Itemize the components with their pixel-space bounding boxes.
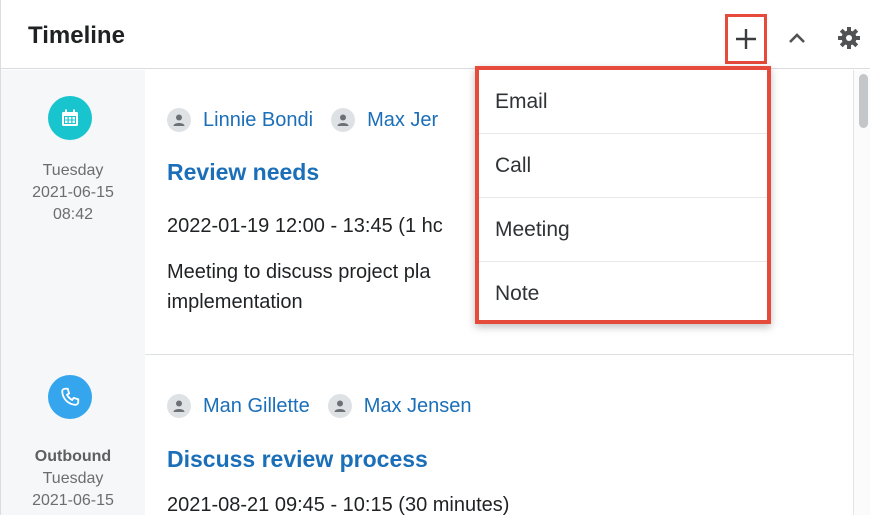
user-icon [337, 114, 349, 126]
add-button[interactable] [725, 14, 767, 64]
item-users: Man Gillette Max Jensen [167, 394, 490, 418]
item-time-value: 08:42 [52, 206, 94, 223]
item-day: Tuesday [42, 470, 104, 487]
menu-item-note[interactable]: Note [479, 262, 767, 326]
user-name: Man Gillette [203, 394, 310, 417]
collapse-button[interactable] [781, 22, 813, 54]
menu-item-meeting[interactable]: Meeting [479, 198, 767, 262]
menu-item-call[interactable]: Call [479, 134, 767, 198]
user-icon [173, 114, 185, 126]
item-time-range: 2022-01-19 12:00 - 13:45 (1 hc [167, 215, 443, 237]
timeline-dashlet: Timeline Tuesday 2021-06-15 08:42 Linnie… [0, 0, 870, 515]
scrollbar-thumb[interactable] [859, 74, 868, 128]
menu-item-email[interactable]: Email [479, 70, 767, 134]
user-link[interactable]: Man Gillette [167, 394, 310, 418]
item-users: Linnie Bondi Max Jer [167, 108, 456, 132]
user-link[interactable]: Linnie Bondi [167, 108, 313, 132]
dashlet-header: Timeline [1, 0, 870, 69]
add-menu-dropdown: Email Call Meeting Note [475, 66, 771, 324]
item-date-value: 2021-06-15 [32, 184, 114, 201]
user-icon [173, 400, 185, 412]
avatar [167, 394, 191, 418]
user-name: Max Jensen [363, 394, 472, 417]
user-name: Linnie Bondi [203, 108, 314, 131]
avatar [331, 108, 356, 132]
call-type-badge [48, 375, 92, 419]
item-title-link[interactable]: Review needs [167, 159, 319, 186]
item-day: Tuesday [42, 162, 104, 179]
item-description: Meeting to discuss project pla implement… [167, 261, 431, 313]
item-date-value: 2021-06-15 [32, 492, 114, 509]
user-name: Max Jer [367, 108, 439, 131]
chevron-up-icon [789, 33, 805, 43]
phone-icon [61, 387, 80, 406]
settings-button[interactable] [831, 20, 867, 56]
item-date: Outbound Tuesday 2021-06-15 [1, 446, 145, 512]
gear-icon [838, 27, 860, 49]
item-date: Tuesday 2021-06-15 08:42 [1, 160, 145, 226]
avatar [167, 108, 191, 132]
calendar-icon [62, 109, 78, 126]
item-title-link[interactable]: Discuss review process [167, 446, 428, 473]
timeline-item-panel [145, 355, 853, 515]
dashlet-title: Timeline [28, 22, 125, 49]
plus-icon [736, 29, 756, 49]
item-time-range: 2021-08-21 09:45 - 10:15 (30 minutes) [167, 494, 510, 515]
avatar [327, 394, 352, 418]
scrollbar[interactable] [853, 70, 870, 515]
call-direction: Outbound [34, 448, 112, 465]
meeting-type-badge [48, 96, 92, 140]
user-link[interactable]: Max Jensen [327, 394, 472, 418]
user-icon [334, 400, 346, 412]
user-link[interactable]: Max Jer [331, 108, 438, 132]
